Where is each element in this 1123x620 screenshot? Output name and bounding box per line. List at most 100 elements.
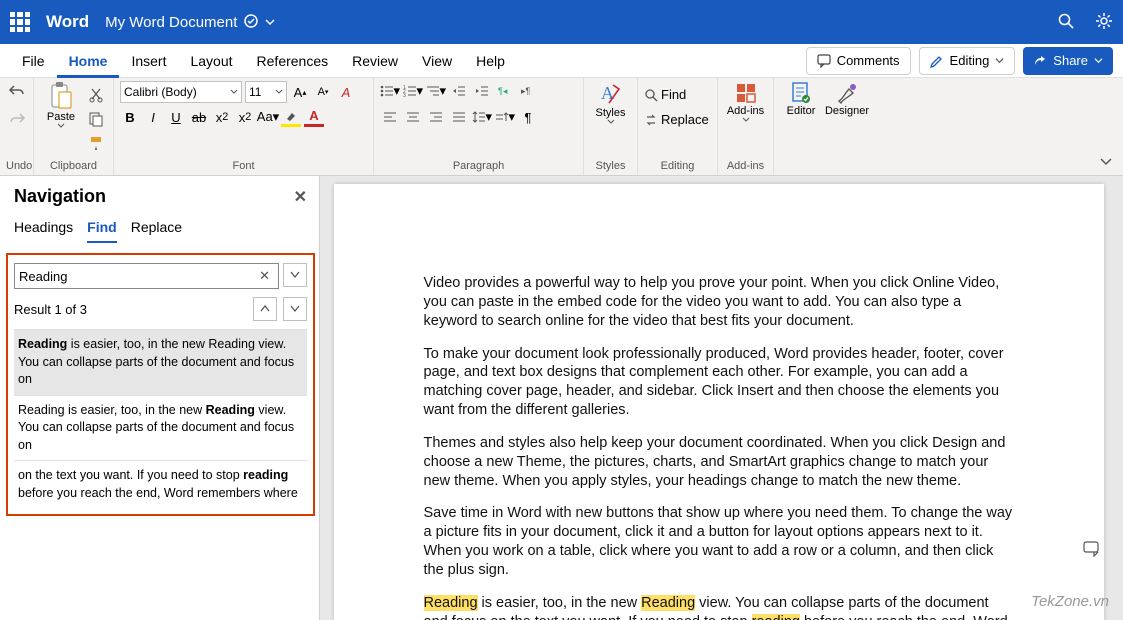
paste-label: Paste — [47, 111, 75, 123]
clear-format-button[interactable]: A — [336, 82, 356, 102]
gear-icon[interactable] — [1095, 12, 1113, 33]
underline-button[interactable]: U — [166, 107, 186, 127]
workspace: Navigation ✕ Headings Find Replace ✕ Res… — [0, 176, 1123, 620]
tab-home[interactable]: Home — [57, 44, 120, 78]
replace-button[interactable]: Replace — [644, 112, 709, 127]
multilevel-list-button[interactable]: ▾ — [426, 81, 446, 101]
numbering-button[interactable]: 123▾ — [403, 81, 423, 101]
doc-dropdown-icon[interactable] — [265, 15, 275, 30]
close-nav-icon[interactable]: ✕ — [294, 187, 307, 207]
find-label: Find — [661, 87, 686, 102]
comments-button[interactable]: Comments — [806, 47, 911, 75]
rtl-button[interactable]: ▸¶ — [518, 81, 538, 101]
styles-label: Styles — [596, 107, 626, 119]
search-input[interactable] — [19, 269, 255, 284]
navtab-replace[interactable]: Replace — [131, 219, 182, 243]
show-marks-button[interactable]: ¶ — [518, 107, 538, 127]
editor-label: Editor — [787, 105, 816, 117]
styles-group-label: Styles — [590, 160, 631, 175]
page[interactable]: Video provides a powerful way to help yo… — [334, 184, 1104, 620]
doc-title[interactable]: My Word Document — [105, 14, 237, 31]
search-options-button[interactable] — [283, 263, 307, 287]
font-size-combo[interactable]: 11 — [245, 81, 287, 103]
svg-text:3: 3 — [403, 93, 406, 97]
superscript-button[interactable]: x2 — [235, 107, 255, 127]
font-color-button[interactable]: A — [304, 107, 324, 127]
comments-label: Comments — [837, 53, 900, 68]
result-status: Result 1 of 3 — [14, 302, 87, 317]
cut-button[interactable] — [86, 85, 106, 105]
undo-button[interactable] — [7, 81, 27, 101]
bullets-button[interactable]: ▾ — [380, 81, 400, 101]
paste-button[interactable]: Paste — [40, 81, 82, 129]
tab-review[interactable]: Review — [340, 44, 410, 78]
search-result-item[interactable]: Reading is easier, too, in the new Readi… — [14, 395, 307, 461]
document-area[interactable]: Video provides a powerful way to help yo… — [320, 176, 1123, 620]
styles-button[interactable]: A Styles — [590, 81, 631, 125]
paragraph: Save time in Word with new buttons that … — [424, 504, 1014, 579]
tab-layout[interactable]: Layout — [178, 44, 244, 78]
search-result-item[interactable]: Reading is easier, too, in the new Readi… — [14, 329, 307, 395]
share-button[interactable]: Share — [1023, 47, 1113, 75]
shrink-font-button[interactable]: A▾ — [313, 82, 333, 102]
bold-button[interactable]: B — [120, 107, 140, 127]
copy-button[interactable] — [86, 109, 106, 129]
replace-label: Replace — [661, 112, 709, 127]
editing-mode-button[interactable]: Editing — [919, 47, 1016, 75]
nav-title: Navigation — [14, 186, 106, 207]
addins-label: Add-ins — [727, 105, 764, 117]
saved-icon — [243, 13, 259, 32]
line-spacing-button[interactable]: ▾ — [472, 107, 492, 127]
align-left-button[interactable] — [380, 107, 400, 127]
share-label: Share — [1053, 53, 1088, 68]
search-icon[interactable] — [1057, 12, 1075, 33]
grow-font-button[interactable]: A▴ — [290, 82, 310, 102]
clipboard-group-label: Clipboard — [40, 160, 107, 175]
addins-button[interactable]: Add-ins — [725, 81, 767, 123]
titlebar: Word My Word Document — [0, 0, 1123, 44]
next-result-button[interactable] — [283, 297, 307, 321]
tab-references[interactable]: References — [245, 44, 341, 78]
designer-label: Designer — [825, 105, 869, 117]
addins-group-label: Add-ins — [724, 160, 767, 175]
app-launcher-icon[interactable] — [10, 12, 30, 32]
navtab-find[interactable]: Find — [87, 219, 117, 243]
tab-view[interactable]: View — [410, 44, 464, 78]
ltr-button[interactable]: ¶◂ — [495, 81, 515, 101]
italic-button[interactable]: I — [143, 107, 163, 127]
tab-file[interactable]: File — [10, 44, 57, 78]
redo-button[interactable] — [7, 109, 27, 129]
tab-insert[interactable]: Insert — [119, 44, 178, 78]
clear-search-icon[interactable]: ✕ — [255, 268, 274, 284]
navtab-headings[interactable]: Headings — [14, 219, 73, 243]
subscript-button[interactable]: x2 — [212, 107, 232, 127]
change-case-button[interactable]: Aa▾ — [258, 107, 278, 127]
svg-text:¶◂: ¶◂ — [498, 86, 508, 96]
format-painter-button[interactable] — [86, 133, 106, 153]
paragraph: Video provides a powerful way to help yo… — [424, 274, 1014, 331]
editing-group-label: Editing — [644, 160, 711, 175]
search-result-item[interactable]: on the text you want. If you need to sto… — [14, 460, 307, 508]
paragraph-spacing-button[interactable]: ▾ — [495, 107, 515, 127]
comment-indicator-icon[interactable] — [1083, 541, 1101, 560]
increase-indent-button[interactable] — [472, 81, 492, 101]
align-center-button[interactable] — [403, 107, 423, 127]
svg-text:▸¶: ▸¶ — [521, 86, 531, 96]
paragraph: Reading is easier, too, in the new Readi… — [424, 594, 1014, 620]
ribbon: Undo Paste Clipboard Calibri (Body) 11 A… — [0, 78, 1123, 176]
decrease-indent-button[interactable] — [449, 81, 469, 101]
tab-help[interactable]: Help — [464, 44, 517, 78]
paragraph: Themes and styles also help keep your do… — [424, 434, 1014, 491]
justify-button[interactable] — [449, 107, 469, 127]
font-name-combo[interactable]: Calibri (Body) — [120, 81, 242, 103]
designer-button[interactable]: Designer — [826, 81, 868, 117]
find-button[interactable]: Find — [644, 87, 686, 102]
find-panel: ✕ Result 1 of 3 Reading is easier, too, … — [6, 253, 315, 516]
strikethrough-button[interactable]: ab — [189, 107, 209, 127]
collapse-ribbon-icon[interactable] — [1099, 154, 1113, 169]
highlight-color-button[interactable] — [281, 107, 301, 127]
highlight: Reading — [641, 595, 695, 611]
align-right-button[interactable] — [426, 107, 446, 127]
prev-result-button[interactable] — [253, 297, 277, 321]
editor-button[interactable]: Editor — [780, 81, 822, 117]
